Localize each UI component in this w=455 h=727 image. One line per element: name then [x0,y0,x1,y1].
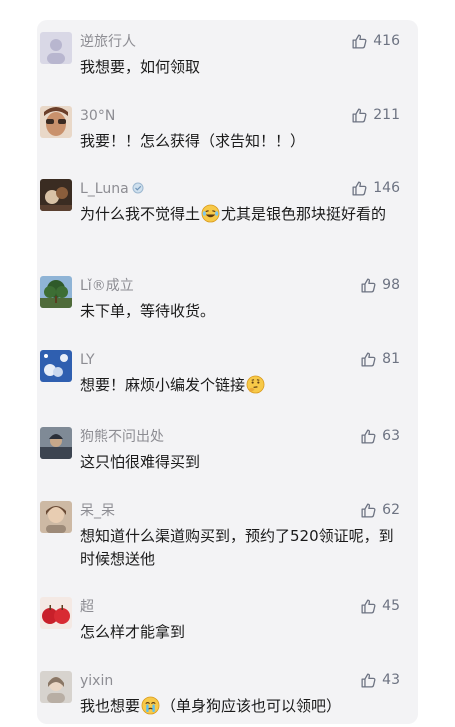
comment-item: yixin 43 我也想要 （单身狗应该也可以领吧） [37,671,418,724]
like-count: 62 [382,502,400,518]
laughing-emoji-icon [201,204,220,223]
like-count: 43 [382,672,400,688]
crying-emoji-icon [141,696,160,715]
comment-list: 逆旅行人 416 我想要，如何领取 30°N 211 我要！！怎么获得（求告知！… [37,20,418,724]
comment-item: 逆旅行人 416 我想要，如何领取 [37,32,418,102]
avatar[interactable] [40,350,72,382]
like-button[interactable]: 63 [360,427,400,445]
username[interactable]: yixin [80,672,113,690]
comment-item: LY 81 想要！麻烦小编发个链接 [37,350,418,420]
thumbs-up-icon [361,351,376,367]
thumbs-up-icon [352,180,367,196]
like-count: 45 [382,598,400,614]
username[interactable]: Lǐ®成立 [80,277,134,295]
avatar[interactable] [40,427,72,459]
like-button[interactable]: 211 [351,106,400,124]
like-count: 63 [382,428,400,444]
like-button[interactable]: 62 [360,501,400,519]
username[interactable]: 30°N [80,107,115,125]
like-count: 146 [373,180,400,196]
comment-item: 30°N 211 我要！！怎么获得（求告知！！） [37,106,418,176]
thumbs-up-icon [361,428,376,444]
avatar[interactable] [40,597,72,629]
comment-text: 怎么样才能拿到 [80,623,186,641]
thumbs-up-icon [361,277,376,293]
like-button[interactable]: 416 [351,32,400,50]
comment-item: L_Luna 146 为什么我不觉得土 尤其是银色那块挺好看的 [37,179,418,249]
verified-badge-icon [132,182,144,194]
username[interactable]: L_Luna [80,180,144,198]
avatar[interactable] [40,179,72,211]
like-button[interactable]: 146 [351,179,400,197]
avatar[interactable] [40,501,72,533]
thumbs-up-icon [361,502,376,518]
avatar[interactable] [40,671,72,703]
username[interactable]: LY [80,351,95,369]
username[interactable]: 超 [80,598,94,616]
username[interactable]: 逆旅行人 [80,33,136,51]
thumbs-up-icon [352,33,367,49]
thumbs-up-icon [361,672,376,688]
thumbs-up-icon [352,107,367,123]
thinking-emoji-icon [246,375,265,394]
like-button[interactable]: 45 [360,597,400,615]
comment-text: 未下单，等待收货。 [80,302,216,320]
username[interactable]: 狗熊不问出处 [80,428,164,446]
comment-item: Lǐ®成立 98 未下单，等待收货。 [37,276,418,346]
comment-text: 为什么我不觉得土 尤其是银色那块挺好看的 [80,204,387,223]
avatar[interactable] [40,32,72,64]
comment-text: 我想要，如何领取 [80,58,201,76]
like-button[interactable]: 43 [360,671,400,689]
comment-item: 狗熊不问出处 63 这只怕很难得买到 [37,427,418,497]
thumbs-up-icon [361,598,376,614]
avatar[interactable] [40,106,72,138]
comment-item: 呆_呆 62 想知道什么渠道购买到，预约了520领证呢，到时候想送他 [37,501,418,571]
comment-item: 超 45 怎么样才能拿到 [37,597,418,667]
comment-text: 想知道什么渠道购买到，预约了520领证呢，到时候想送他 [80,527,394,568]
like-count: 81 [382,351,400,367]
like-count: 98 [382,277,400,293]
like-button[interactable]: 98 [360,276,400,294]
comment-text: 我要！！怎么获得（求告知！！） [80,132,306,150]
comment-text: 我也想要 （单身狗应该也可以领吧） [80,696,342,715]
avatar[interactable] [40,276,72,308]
like-count: 416 [373,33,400,49]
username[interactable]: 呆_呆 [80,502,115,520]
comment-text: 想要！麻烦小编发个链接 [80,374,406,397]
like-button[interactable]: 81 [360,350,400,368]
comment-text: 这只怕很难得买到 [80,453,201,471]
like-count: 211 [373,107,400,123]
